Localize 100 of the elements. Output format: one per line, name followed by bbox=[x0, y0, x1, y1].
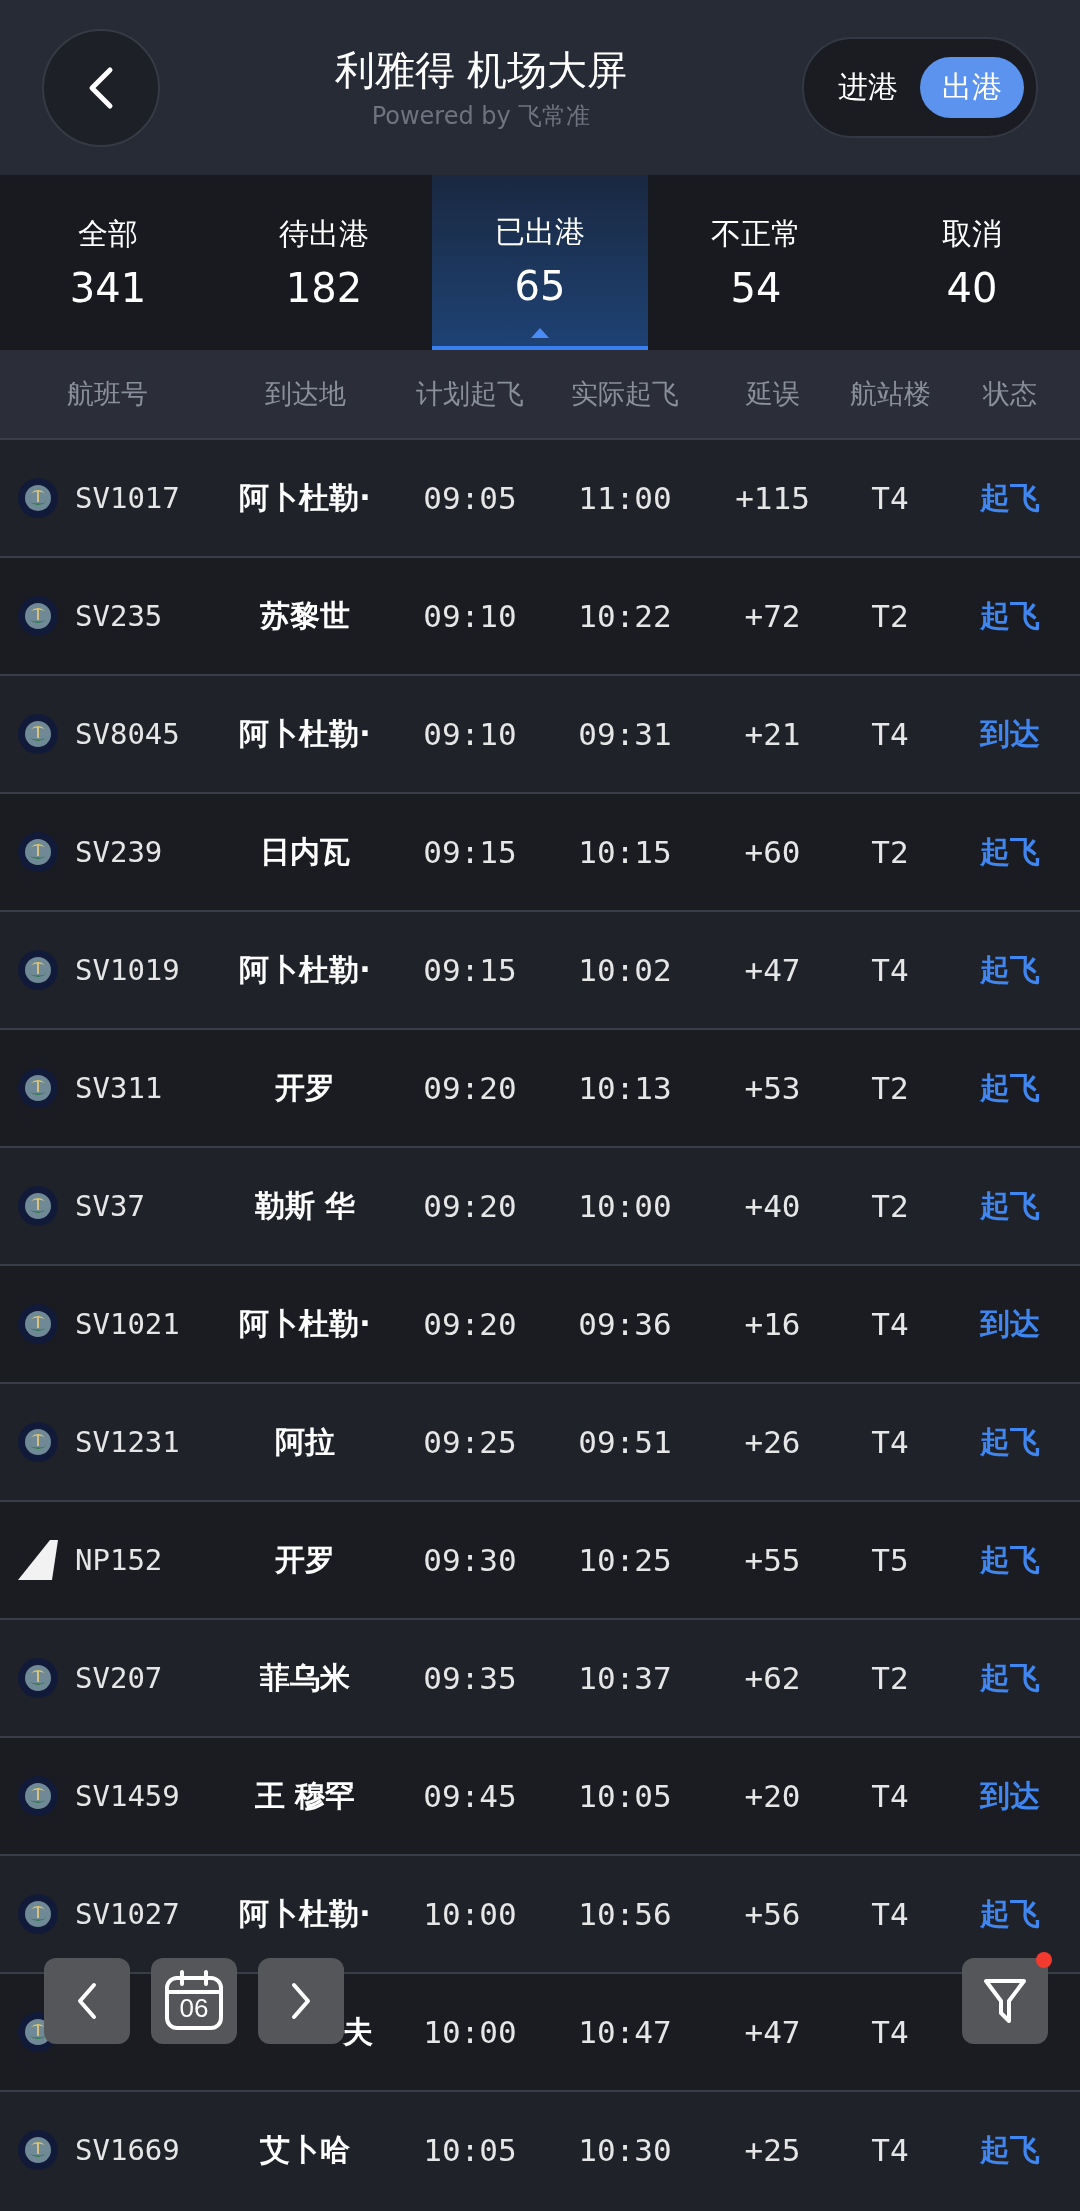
delay-minutes: +40 bbox=[743, 1188, 802, 1224]
flight-number: SV1017 bbox=[75, 481, 181, 515]
actual-time: 11:00 bbox=[577, 480, 673, 516]
delay-minutes: +62 bbox=[743, 1660, 802, 1696]
terminal: T2 bbox=[870, 834, 910, 870]
column-header: 航班号 bbox=[66, 377, 149, 411]
flight-number: SV1021 bbox=[75, 1307, 181, 1341]
delay-minutes: +53 bbox=[743, 1070, 802, 1106]
powered-by-text: Powered by 飞常准 bbox=[371, 101, 591, 132]
filter-button[interactable] bbox=[962, 1958, 1048, 2044]
previous-day-button[interactable] bbox=[44, 1958, 130, 2044]
flight-row[interactable]: SV239 日内瓦 09:15 10:15 +60 T2 起飞 bbox=[0, 792, 1080, 910]
column-header: 到达地 bbox=[263, 377, 347, 411]
delay-minutes: +21 bbox=[743, 716, 802, 752]
terminal: T4 bbox=[870, 716, 910, 752]
airline-logo-icon bbox=[17, 2130, 58, 2170]
flight-number: SV1459 bbox=[75, 1779, 181, 1813]
delay-minutes: +20 bbox=[743, 1778, 802, 1814]
terminal: T4 bbox=[870, 1896, 910, 1932]
actual-time: 10:56 bbox=[577, 1896, 673, 1932]
page-title: 利雅得 机场大屏 bbox=[334, 46, 628, 95]
destination: 阿卜杜勒· bbox=[238, 478, 372, 517]
flight-row[interactable]: SV1459 王 穆罕 09:45 10:05 +20 T4 到达 bbox=[0, 1736, 1080, 1854]
airline-logo-icon bbox=[17, 596, 58, 636]
airline-logo-icon bbox=[17, 1186, 58, 1226]
planned-time: 09:20 bbox=[422, 1070, 518, 1106]
actual-time: 10:25 bbox=[577, 1542, 673, 1578]
actual-time: 10:37 bbox=[577, 1660, 673, 1696]
calendar-button[interactable]: 06 bbox=[151, 1958, 237, 2044]
flight-status: 起飞 bbox=[979, 478, 1041, 517]
terminal: T4 bbox=[870, 1424, 910, 1460]
terminal: T4 bbox=[870, 2132, 910, 2168]
destination: 阿拉 bbox=[274, 1422, 336, 1461]
planned-time: 09:25 bbox=[422, 1424, 518, 1460]
terminal: T2 bbox=[870, 1188, 910, 1224]
flight-number: SV1669 bbox=[75, 2133, 181, 2167]
actual-time: 09:36 bbox=[577, 1306, 673, 1342]
delay-minutes: +55 bbox=[743, 1542, 802, 1578]
actual-time: 10:22 bbox=[577, 598, 673, 634]
airline-logo-icon bbox=[17, 1068, 58, 1108]
destination: 王 穆罕 bbox=[253, 1776, 357, 1815]
terminal: T5 bbox=[870, 1542, 910, 1578]
flight-status: 起飞 bbox=[979, 1068, 1041, 1107]
actual-time: 10:47 bbox=[577, 2014, 673, 2050]
terminal: T2 bbox=[870, 1070, 910, 1106]
planned-time: 09:30 bbox=[422, 1542, 518, 1578]
destination: 菲乌米 bbox=[259, 1658, 351, 1697]
flight-status: 起飞 bbox=[979, 950, 1041, 989]
status-tab[interactable]: 全部 341 bbox=[0, 175, 216, 350]
delay-minutes: +47 bbox=[743, 2014, 802, 2050]
airline-logo-icon bbox=[17, 478, 58, 518]
planned-time: 09:20 bbox=[422, 1306, 518, 1342]
flight-row[interactable]: SV1021 阿卜杜勒· 09:20 09:36 +16 T4 到达 bbox=[0, 1264, 1080, 1382]
actual-time: 10:02 bbox=[577, 952, 673, 988]
flight-status: 到达 bbox=[978, 1304, 1041, 1343]
planned-time: 09:15 bbox=[422, 952, 518, 988]
flight-status: 起飞 bbox=[979, 2130, 1041, 2169]
flight-status: 起飞 bbox=[979, 832, 1041, 871]
status-tab[interactable]: 待出港 182 bbox=[216, 175, 432, 350]
airline-logo-icon bbox=[17, 1422, 58, 1462]
flight-row[interactable]: SV235 苏黎世 09:10 10:22 +72 T2 起飞 bbox=[0, 556, 1080, 674]
flight-status: 到达 bbox=[978, 714, 1041, 753]
next-day-button[interactable] bbox=[258, 1958, 344, 2044]
actual-time: 09:51 bbox=[577, 1424, 673, 1460]
airline-logo-icon bbox=[17, 1894, 58, 1934]
delay-minutes: +26 bbox=[743, 1424, 802, 1460]
status-tab[interactable]: 不正常 54 bbox=[648, 175, 864, 350]
terminal: T4 bbox=[870, 1778, 910, 1814]
flight-number: SV207 bbox=[75, 1661, 164, 1695]
actual-time: 10:30 bbox=[577, 2132, 673, 2168]
actual-time: 10:15 bbox=[577, 834, 673, 870]
flight-number: SV1027 bbox=[75, 1897, 181, 1931]
planned-time: 09:05 bbox=[422, 480, 518, 516]
airline-logo-icon bbox=[17, 1304, 58, 1344]
flight-status: 起飞 bbox=[979, 1658, 1041, 1697]
delay-minutes: +115 bbox=[734, 480, 811, 516]
flight-number: SV37 bbox=[75, 1189, 146, 1223]
status-tab[interactable]: 已出港 65 bbox=[432, 175, 648, 350]
delay-minutes: +47 bbox=[743, 952, 802, 988]
flight-number: SV1019 bbox=[75, 953, 181, 987]
flight-row[interactable]: NP152 开罗 09:30 10:25 +55 T5 起飞 bbox=[0, 1500, 1080, 1618]
destination: 阿卜杜勒· bbox=[238, 714, 372, 753]
flight-number: SV1231 bbox=[75, 1425, 181, 1459]
actual-time: 10:13 bbox=[577, 1070, 673, 1106]
airline-logo-icon bbox=[17, 714, 58, 754]
direction-option[interactable]: 进港 bbox=[816, 57, 920, 118]
column-header: 计划起飞 bbox=[415, 377, 525, 411]
planned-time: 10:00 bbox=[422, 2014, 518, 2050]
flight-row[interactable]: SV311 开罗 09:20 10:13 +53 T2 起飞 bbox=[0, 1028, 1080, 1146]
flight-status: 到达 bbox=[978, 1776, 1041, 1815]
flight-number: SV235 bbox=[75, 599, 164, 633]
status-tab[interactable]: 取消 40 bbox=[864, 175, 1080, 350]
planned-time: 09:15 bbox=[422, 834, 518, 870]
flight-status: 起飞 bbox=[979, 1186, 1041, 1225]
destination: 开罗 bbox=[274, 1068, 336, 1107]
actual-time: 09:31 bbox=[577, 716, 673, 752]
column-header: 航站楼 bbox=[848, 377, 932, 411]
planned-time: 09:10 bbox=[422, 716, 518, 752]
destination: 开罗 bbox=[274, 1540, 336, 1579]
flight-status: 起飞 bbox=[979, 596, 1041, 635]
